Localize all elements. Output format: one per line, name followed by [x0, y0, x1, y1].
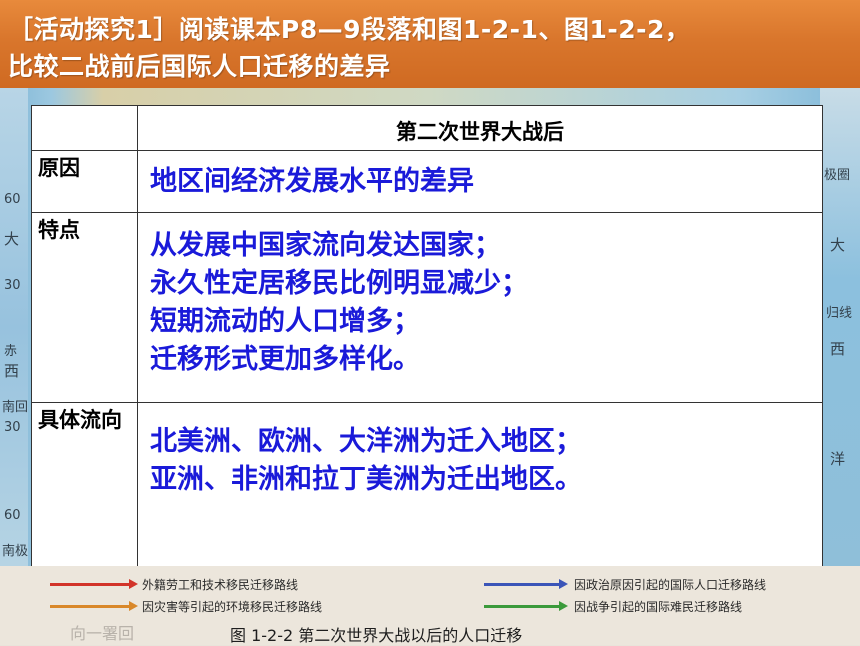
content-line: 北美洲、欧洲、大洋洲为迁入地区； [150, 426, 582, 457]
green-arrow-icon [484, 601, 568, 611]
map-left-edge [0, 88, 28, 566]
title-line-2: 比较二战前后国际人口迁移的差异 [8, 52, 391, 81]
map-label: 大 [830, 236, 846, 254]
blue-arrow-icon [484, 579, 568, 589]
map-label: 30 [4, 420, 21, 435]
legend-item: 外籍劳工和技术移民迁移路线 [142, 578, 299, 592]
content-line: 永久性定居移民比例明显减少； [150, 268, 528, 299]
map-label: 西 [830, 340, 846, 358]
table-row: 特点 从发展中国家流向发达国家； 永久性定居移民比例明显减少； 短期流动的人口增… [32, 213, 822, 403]
legend-item: 因灾害等引起的环境移民迁移路线 [142, 600, 323, 614]
table-corner-cell [32, 106, 138, 150]
row-content: 地区间经济发展水平的差异 [138, 151, 822, 212]
map-right-edge [820, 88, 860, 566]
content-line: 亚洲、非洲和拉丁美洲为迁出地区。 [150, 464, 582, 495]
content-line: 短期流动的人口增多； [150, 306, 420, 337]
row-content: 从发展中国家流向发达国家； 永久性定居移民比例明显减少； 短期流动的人口增多； … [138, 213, 822, 402]
row-content: 北美洲、欧洲、大洋洲为迁入地区； 亚洲、非洲和拉丁美洲为迁出地区。 [138, 403, 822, 568]
comparison-table: 第二次世界大战后 原因 地区间经济发展水平的差异 特点 从发展中国家流向发达国家… [31, 105, 823, 568]
legend-item: 因政治原因引起的国际人口迁移路线 [574, 578, 767, 592]
content-line: 地区间经济发展水平的差异 [150, 166, 474, 197]
table-header-cell: 第二次世界大战后 [138, 106, 822, 150]
row-label: 原因 [32, 151, 138, 212]
faint-text: 向一署回 [70, 624, 135, 643]
map-label: 南极 [2, 544, 29, 559]
red-arrow-icon [50, 579, 138, 589]
map-label: 60 [4, 192, 21, 207]
map-label: 洋 [830, 450, 846, 468]
map-label: 南回 [2, 400, 29, 415]
map-label: 60 [4, 508, 21, 523]
orange-arrow-icon [50, 601, 138, 611]
map-label: 西 [4, 362, 20, 380]
table-header-row: 第二次世界大战后 [32, 106, 822, 151]
column-header: 第二次世界大战后 [396, 120, 564, 144]
table-row: 原因 地区间经济发展水平的差异 [32, 151, 822, 213]
map-label: 赤 [4, 344, 18, 359]
row-label: 特点 [32, 213, 138, 402]
row-label: 具体流向 [32, 403, 138, 568]
content-line: 从发展中国家流向发达国家； [150, 230, 501, 261]
map-label: 大 [4, 230, 20, 248]
title-line-1: ［活动探究1］阅读课本P8—9段落和图1-2-1、图1-2-2， [8, 15, 691, 44]
content-line: 迁移形式更加多样化。 [150, 344, 420, 375]
figure-caption: 图 1-2-2 第二次世界大战以后的人口迁移 [230, 626, 523, 645]
map-label: 极圈 [824, 168, 851, 183]
legend-item: 因战争引起的国际难民迁移路线 [574, 600, 743, 614]
map-label: 30 [4, 278, 21, 293]
map-label: 归线 [826, 306, 853, 321]
table-row: 具体流向 北美洲、欧洲、大洋洲为迁入地区； 亚洲、非洲和拉丁美洲为迁出地区。 [32, 403, 822, 568]
title-banner: ［活动探究1］阅读课本P8—9段落和图1-2-1、图1-2-2， 比较二战前后国… [0, 0, 860, 88]
